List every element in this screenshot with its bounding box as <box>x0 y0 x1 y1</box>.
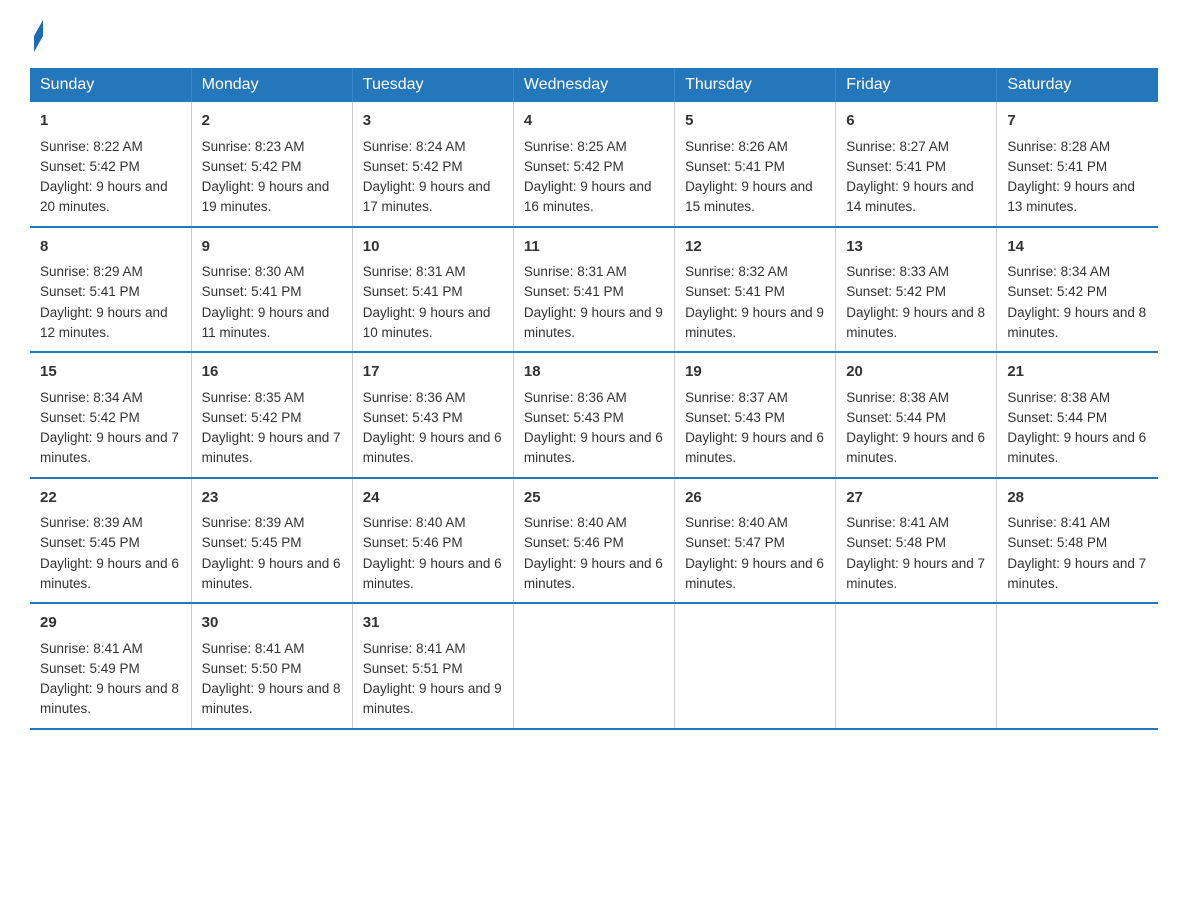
day-number: 3 <box>363 110 503 133</box>
calendar-day-cell: 5Sunrise: 8:26 AMSunset: 5:41 PMDaylight… <box>675 102 836 227</box>
calendar-day-cell: 13Sunrise: 8:33 AMSunset: 5:42 PMDayligh… <box>836 227 997 353</box>
calendar-day-cell: 26Sunrise: 8:40 AMSunset: 5:47 PMDayligh… <box>675 478 836 604</box>
calendar-day-cell <box>997 603 1158 729</box>
calendar-day-cell: 24Sunrise: 8:40 AMSunset: 5:46 PMDayligh… <box>352 478 513 604</box>
calendar-day-cell: 14Sunrise: 8:34 AMSunset: 5:42 PMDayligh… <box>997 227 1158 353</box>
calendar-week-row: 8Sunrise: 8:29 AMSunset: 5:41 PMDaylight… <box>30 227 1158 353</box>
day-number: 7 <box>1007 110 1148 133</box>
calendar-day-cell: 25Sunrise: 8:40 AMSunset: 5:46 PMDayligh… <box>513 478 674 604</box>
day-number: 28 <box>1007 487 1148 510</box>
weekday-header-row: SundayMondayTuesdayWednesdayThursdayFrid… <box>30 68 1158 102</box>
calendar-day-cell: 19Sunrise: 8:37 AMSunset: 5:43 PMDayligh… <box>675 352 836 478</box>
day-number: 6 <box>846 110 986 133</box>
calendar-day-cell: 2Sunrise: 8:23 AMSunset: 5:42 PMDaylight… <box>191 102 352 227</box>
calendar-day-cell: 31Sunrise: 8:41 AMSunset: 5:51 PMDayligh… <box>352 603 513 729</box>
day-number: 27 <box>846 487 986 510</box>
day-number: 2 <box>202 110 342 133</box>
weekday-header-cell: Saturday <box>997 68 1158 102</box>
calendar-day-cell: 11Sunrise: 8:31 AMSunset: 5:41 PMDayligh… <box>513 227 674 353</box>
weekday-header-cell: Sunday <box>30 68 191 102</box>
day-number: 31 <box>363 612 503 635</box>
day-number: 8 <box>40 236 181 259</box>
day-number: 30 <box>202 612 342 635</box>
calendar-day-cell <box>675 603 836 729</box>
calendar-week-row: 15Sunrise: 8:34 AMSunset: 5:42 PMDayligh… <box>30 352 1158 478</box>
calendar-body: 1Sunrise: 8:22 AMSunset: 5:42 PMDaylight… <box>30 102 1158 729</box>
calendar-day-cell: 23Sunrise: 8:39 AMSunset: 5:45 PMDayligh… <box>191 478 352 604</box>
calendar-day-cell: 21Sunrise: 8:38 AMSunset: 5:44 PMDayligh… <box>997 352 1158 478</box>
calendar-day-cell: 6Sunrise: 8:27 AMSunset: 5:41 PMDaylight… <box>836 102 997 227</box>
day-number: 5 <box>685 110 825 133</box>
calendar-day-cell: 9Sunrise: 8:30 AMSunset: 5:41 PMDaylight… <box>191 227 352 353</box>
calendar-day-cell: 12Sunrise: 8:32 AMSunset: 5:41 PMDayligh… <box>675 227 836 353</box>
day-number: 18 <box>524 361 664 384</box>
day-number: 21 <box>1007 361 1148 384</box>
calendar-week-row: 1Sunrise: 8:22 AMSunset: 5:42 PMDaylight… <box>30 102 1158 227</box>
weekday-header-cell: Wednesday <box>513 68 674 102</box>
day-number: 17 <box>363 361 503 384</box>
day-number: 14 <box>1007 236 1148 259</box>
day-number: 4 <box>524 110 664 133</box>
page-header <box>30 20 1158 48</box>
calendar-day-cell: 7Sunrise: 8:28 AMSunset: 5:41 PMDaylight… <box>997 102 1158 227</box>
day-number: 22 <box>40 487 181 510</box>
day-number: 29 <box>40 612 181 635</box>
calendar-day-cell: 4Sunrise: 8:25 AMSunset: 5:42 PMDaylight… <box>513 102 674 227</box>
calendar-day-cell: 17Sunrise: 8:36 AMSunset: 5:43 PMDayligh… <box>352 352 513 478</box>
calendar-day-cell: 3Sunrise: 8:24 AMSunset: 5:42 PMDaylight… <box>352 102 513 227</box>
day-number: 16 <box>202 361 342 384</box>
calendar-day-cell: 15Sunrise: 8:34 AMSunset: 5:42 PMDayligh… <box>30 352 191 478</box>
day-number: 25 <box>524 487 664 510</box>
calendar-day-cell: 8Sunrise: 8:29 AMSunset: 5:41 PMDaylight… <box>30 227 191 353</box>
calendar-day-cell: 18Sunrise: 8:36 AMSunset: 5:43 PMDayligh… <box>513 352 674 478</box>
day-number: 19 <box>685 361 825 384</box>
calendar-day-cell: 22Sunrise: 8:39 AMSunset: 5:45 PMDayligh… <box>30 478 191 604</box>
calendar-day-cell <box>836 603 997 729</box>
day-number: 15 <box>40 361 181 384</box>
weekday-header-cell: Friday <box>836 68 997 102</box>
calendar-day-cell: 10Sunrise: 8:31 AMSunset: 5:41 PMDayligh… <box>352 227 513 353</box>
day-number: 10 <box>363 236 503 259</box>
weekday-header-cell: Thursday <box>675 68 836 102</box>
logo-icon <box>30 20 43 48</box>
day-number: 20 <box>846 361 986 384</box>
calendar-day-cell: 16Sunrise: 8:35 AMSunset: 5:42 PMDayligh… <box>191 352 352 478</box>
calendar-week-row: 29Sunrise: 8:41 AMSunset: 5:49 PMDayligh… <box>30 603 1158 729</box>
calendar-day-cell <box>513 603 674 729</box>
day-number: 13 <box>846 236 986 259</box>
calendar-day-cell: 29Sunrise: 8:41 AMSunset: 5:49 PMDayligh… <box>30 603 191 729</box>
day-number: 23 <box>202 487 342 510</box>
calendar-day-cell: 1Sunrise: 8:22 AMSunset: 5:42 PMDaylight… <box>30 102 191 227</box>
calendar-day-cell: 30Sunrise: 8:41 AMSunset: 5:50 PMDayligh… <box>191 603 352 729</box>
calendar-day-cell: 27Sunrise: 8:41 AMSunset: 5:48 PMDayligh… <box>836 478 997 604</box>
day-number: 1 <box>40 110 181 133</box>
calendar-day-cell: 20Sunrise: 8:38 AMSunset: 5:44 PMDayligh… <box>836 352 997 478</box>
calendar-week-row: 22Sunrise: 8:39 AMSunset: 5:45 PMDayligh… <box>30 478 1158 604</box>
day-number: 24 <box>363 487 503 510</box>
weekday-header-cell: Monday <box>191 68 352 102</box>
day-number: 12 <box>685 236 825 259</box>
weekday-header-cell: Tuesday <box>352 68 513 102</box>
day-number: 26 <box>685 487 825 510</box>
calendar-table: SundayMondayTuesdayWednesdayThursdayFrid… <box>30 68 1158 730</box>
day-number: 11 <box>524 236 664 259</box>
day-number: 9 <box>202 236 342 259</box>
calendar-day-cell: 28Sunrise: 8:41 AMSunset: 5:48 PMDayligh… <box>997 478 1158 604</box>
logo <box>30 20 43 48</box>
